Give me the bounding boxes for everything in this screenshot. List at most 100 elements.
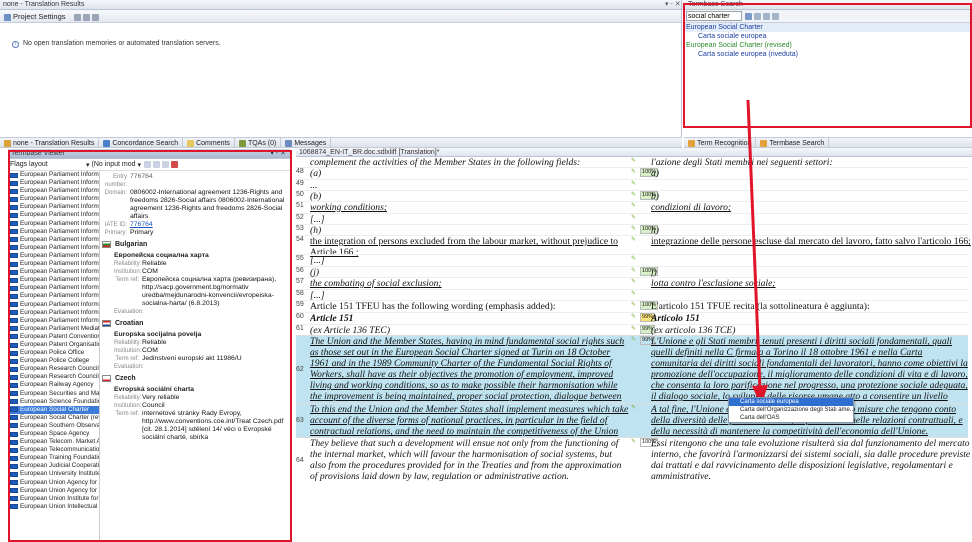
term-list-item[interactable]: European Parliament Information O — [8, 284, 99, 292]
target-segment[interactable]: a) — [651, 168, 971, 179]
term-list-item[interactable]: European Parliament Information O — [8, 252, 99, 260]
segment-number[interactable]: 51 — [296, 202, 310, 209]
target-segment[interactable]: integrazione delle persone escluse dal m… — [651, 236, 971, 247]
term-list-item[interactable]: European Research Council Execut — [8, 373, 99, 381]
term-list-item[interactable]: European Union Agency for Networ — [8, 487, 99, 495]
filter-icon[interactable] — [763, 12, 770, 20]
source-segment[interactable]: They believe that such a development wil… — [310, 438, 630, 484]
term-list-item[interactable]: European Union Institute for Securi — [8, 495, 99, 503]
tool-icon[interactable] — [91, 13, 99, 21]
term-list-item[interactable]: European Telecom. Market Authorit — [8, 438, 99, 446]
term-list-item[interactable]: European Police Office — [8, 349, 99, 357]
target-segment[interactable]: Articolo 151 — [651, 313, 971, 324]
tab-translation-results[interactable]: none - Translation Results — [0, 138, 100, 147]
tool-icon[interactable] — [73, 13, 81, 21]
term-list-item[interactable]: European Parliament Information O — [8, 195, 99, 203]
segment-number[interactable]: 52 — [296, 214, 310, 221]
flags-layout-dropdown[interactable]: Flags layout — [10, 161, 80, 168]
segment-row[interactable]: 60 Article 151 ✎ 99% Articolo 151 — [296, 312, 968, 324]
tab-messages[interactable]: Messages — [281, 138, 332, 147]
term-list-item[interactable]: European Parliament Information O — [8, 220, 99, 228]
editor-tab[interactable]: 1068874_EN-IT_BR.doc.sdlxliff [Translati… — [296, 148, 972, 157]
segment-row[interactable]: 54 the integration of persons excluded fr… — [296, 235, 971, 258]
target-segment[interactable]: condizioni di lavoro; — [651, 202, 971, 213]
segment-number[interactable]: 56 — [296, 267, 310, 274]
termbase-search-input[interactable] — [686, 11, 742, 21]
segment-number[interactable]: 63 — [296, 417, 310, 424]
term-list-item[interactable]: European Science Foundation — [8, 398, 99, 406]
autosuggest-item[interactable]: Carta dell'OAS — [729, 414, 853, 422]
segment-row[interactable]: 52 [...] ✎ — [296, 213, 968, 225]
term-list-item[interactable]: European Railway Agency — [8, 381, 99, 389]
segment-number[interactable]: 48 — [296, 168, 310, 175]
segment-number[interactable]: 60 — [296, 313, 310, 320]
term-list-item[interactable]: European University Institute — [8, 470, 99, 478]
input-model-dropdown[interactable]: (No input mod — [92, 161, 136, 168]
term-list-item[interactable]: European Judicial Cooperation Unit — [8, 462, 99, 470]
term-list-item[interactable]: European Patent Convention — [8, 333, 99, 341]
segment-number[interactable]: 62 — [296, 366, 310, 373]
term-list-item[interactable]: European Parliament Information O — [8, 179, 99, 187]
options-icon[interactable] — [754, 12, 761, 20]
segment-number[interactable]: 55 — [296, 255, 310, 262]
tab-concordance[interactable]: Concordance Search — [99, 138, 184, 147]
term-list-item[interactable]: European Parliament Information O — [8, 309, 99, 317]
segment-row[interactable]: 62 The Union and the Member States, havin… — [296, 335, 971, 404]
segment-row[interactable]: complement the activities of the Member … — [296, 157, 968, 168]
settings-icon[interactable] — [772, 12, 779, 20]
source-segment[interactable]: Article 151 — [310, 313, 630, 324]
segment-number[interactable]: 59 — [296, 301, 310, 308]
term-list-item[interactable]: European Parliament Information O — [8, 301, 99, 309]
panel-pin-close-icon[interactable]: ▾ ‑ ✕ — [270, 149, 286, 158]
segment-row[interactable]: 63 To this end the Union and the Member S… — [296, 403, 968, 438]
delete-entry-icon[interactable] — [171, 161, 178, 168]
segment-row[interactable]: 49... ✎ — [296, 179, 968, 191]
term-list-item[interactable]: European Parliament Information O — [8, 292, 99, 300]
project-settings-button[interactable]: Project Settings — [13, 12, 66, 21]
term-list-item[interactable]: European Space Agency — [8, 430, 99, 438]
segment-number[interactable]: 61 — [296, 325, 310, 332]
term-list-item[interactable]: European Patent Organisation — [8, 341, 99, 349]
chevron-down-icon[interactable]: ▾ — [86, 161, 90, 169]
segment-row[interactable]: 61 (ex Article 136 TEC) ✎ 99% (ex articolo 1… — [296, 324, 968, 336]
segment-number[interactable]: 53 — [296, 225, 310, 232]
termbase-search-result[interactable]: Carta sociale europea (riveduta) — [684, 50, 972, 59]
target-segment[interactable]: L'Unione e gli Stati membri, tenuti pres… — [651, 336, 971, 404]
segment-number[interactable]: 50 — [296, 191, 310, 198]
term-list-item[interactable]: European Parliament Information O — [8, 187, 99, 195]
term-list-item[interactable]: European Parliament Information O — [8, 236, 99, 244]
new-entry-icon[interactable] — [144, 161, 151, 168]
term-list-item[interactable]: European Securities and Markets A — [8, 390, 99, 398]
term-list-item[interactable]: European Parliament Information O — [8, 203, 99, 211]
source-segment[interactable]: the combating of social exclusion; — [310, 278, 630, 289]
term-list-item[interactable]: European Social Charter — [8, 405, 99, 414]
segment-row[interactable]: 64 They believe that such a development w… — [296, 437, 971, 484]
term-list-item[interactable]: European Parliament Information O — [8, 228, 99, 236]
term-list[interactable]: European Parliament InformationEuropean … — [8, 171, 100, 542]
chevron-down-icon[interactable]: ▾ — [137, 161, 141, 169]
segment-row[interactable]: 53 (h) ✎ 100% h) — [296, 224, 968, 236]
source-segment[interactable]: Article 151 TFEU has the following wordi… — [310, 301, 630, 312]
autosuggest-item[interactable]: Carta dell'Organizzazione degli Stati am… — [729, 406, 855, 414]
edit-entry-icon[interactable] — [153, 161, 160, 168]
source-segment[interactable]: The Union and the Member States, having … — [310, 336, 630, 404]
termbase-search-result[interactable]: Carta sociale europea — [684, 32, 972, 41]
target-segment[interactable]: lotta contro l'esclusione sociale; — [651, 278, 971, 289]
segment-row[interactable]: 50 (b) ✎ 100% b) — [296, 190, 968, 202]
source-segment[interactable]: [...] — [310, 255, 630, 266]
termbase-search-result[interactable]: European Social Charter — [684, 23, 972, 32]
search-icon[interactable] — [745, 12, 752, 20]
term-list-item[interactable]: European Parliament Mediation Su — [8, 325, 99, 333]
tab-tqas[interactable]: TQAs (0) — [235, 138, 282, 147]
term-list-item[interactable]: European Parliament Information O — [8, 244, 99, 252]
term-list-item[interactable]: European Southern Observatory — [8, 422, 99, 430]
target-segment[interactable]: Essi ritengono che una tale evoluzione r… — [651, 438, 971, 484]
autosuggest-dropdown[interactable]: Carta sociale europea Carta dell'Organiz… — [728, 397, 855, 423]
term-list-item[interactable]: European Parliament Information — [8, 171, 99, 179]
term-list-item[interactable]: European Parliament Information O — [8, 268, 99, 276]
term-list-item[interactable]: European Research Council — [8, 365, 99, 373]
window-pin-close-icon[interactable]: ▾ ‑ ✕ — [665, 0, 681, 8]
segment-number[interactable]: 49 — [296, 180, 310, 187]
tool-icon[interactable] — [82, 13, 90, 21]
iate-link[interactable]: 776764 — [130, 221, 290, 229]
